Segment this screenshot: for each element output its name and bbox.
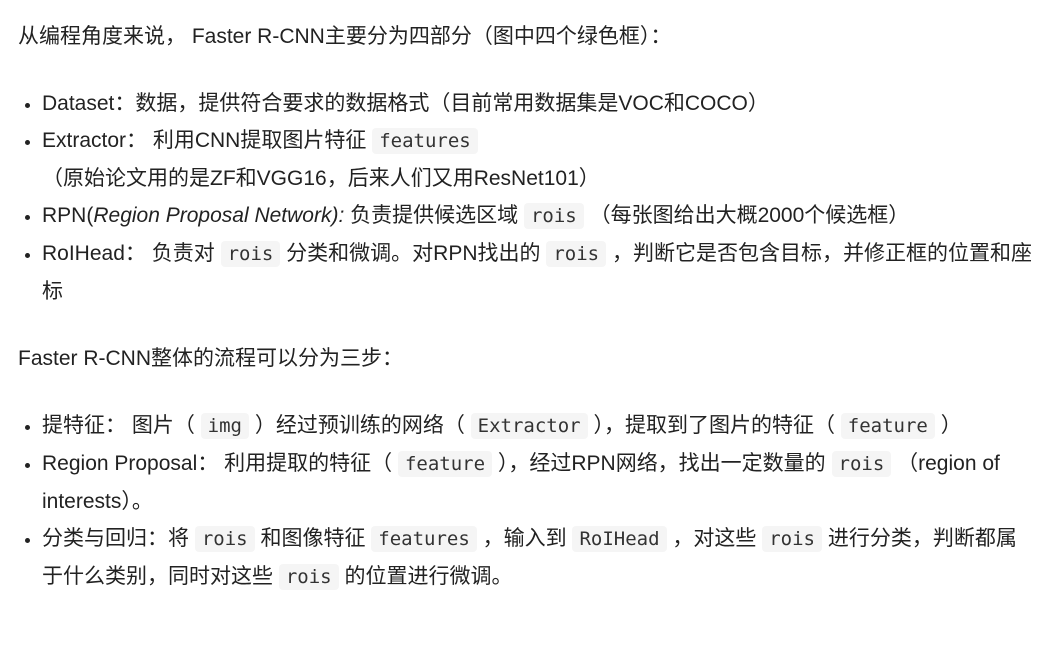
text-segment: ，输入到 <box>476 527 573 550</box>
text-segment: Extractor： 利用CNN提取图片特征 <box>42 129 373 152</box>
inline-code: rois <box>523 203 584 229</box>
list-item: RPN(Region Proposal Network): 负责提供候选区域 r… <box>42 197 1033 235</box>
document-body: 从编程角度来说， Faster R-CNN主要分为四部分（图中四个绿色框）： Da… <box>0 0 1033 596</box>
text-segment: ）经过预训练的网络（ <box>249 414 471 437</box>
bullet-list: 提特征： 图片（ img ）经过预训练的网络（ Extractor ），提取到了… <box>18 407 1033 596</box>
paragraph: 从编程角度来说， Faster R-CNN主要分为四部分（图中四个绿色框）： <box>18 18 1033 55</box>
text-segment: Faster R-CNN整体的流程可以分为三步： <box>18 347 404 370</box>
list-item: Dataset：数据，提供符合要求的数据格式（目前常用数据集是VOC和COCO） <box>42 85 1033 122</box>
text-segment: 从编程角度来说， Faster R-CNN主要分为四部分（图中四个绿色框）： <box>18 25 672 48</box>
inline-code: feature <box>397 451 493 477</box>
list-item: 提特征： 图片（ img ）经过预训练的网络（ Extractor ），提取到了… <box>42 407 1033 445</box>
text-segment: RoIHead： 负责对 <box>42 242 221 265</box>
list-item: Region Proposal： 利用提取的特征（ feature ），经过RP… <box>42 445 1033 520</box>
inline-code: rois <box>278 564 339 590</box>
text-segment: 和图像特征 <box>254 527 372 550</box>
text-segment: （原始论文用的是ZF和VGG16，后来人们又用ResNet101） <box>42 167 600 190</box>
inline-code: rois <box>831 451 892 477</box>
text-segment: 分类与回归：将 <box>42 527 195 550</box>
text-segment: ） <box>934 414 962 437</box>
text-segment: 提特征： 图片（ <box>42 414 201 437</box>
inline-code: Extractor <box>470 413 588 439</box>
text-segment: 的位置进行微调。 <box>338 565 513 588</box>
text-segment: ），提取到了图片的特征（ <box>587 414 841 437</box>
text-segment: Region Proposal： 利用提取的特征（ <box>42 452 398 475</box>
inline-code: rois <box>546 241 607 267</box>
inline-code: img <box>200 413 249 439</box>
text-segment: Dataset：数据，提供符合要求的数据格式（目前常用数据集是VOC和COCO） <box>42 92 769 115</box>
text-segment: （每张图给出大概2000个候选框） <box>583 204 910 227</box>
text-segment: ，对这些 <box>666 527 763 550</box>
inline-code: rois <box>220 241 281 267</box>
text-segment: 负责提供候选区域 <box>344 204 524 227</box>
text-segment: ），经过RPN网络，找出一定数量的 <box>492 452 832 475</box>
text-segment: RPN( <box>42 204 94 227</box>
inline-code: features <box>372 128 478 154</box>
inline-code: features <box>371 526 477 552</box>
list-item: RoIHead： 负责对 rois 分类和微调。对RPN找出的 rois ，判断… <box>42 235 1033 310</box>
list-item: 分类与回归：将 rois 和图像特征 features ，输入到 RoIHead… <box>42 520 1033 596</box>
inline-code: feature <box>840 413 935 439</box>
inline-code: rois <box>762 526 822 552</box>
paragraph: Faster R-CNN整体的流程可以分为三步： <box>18 340 1033 377</box>
text-segment: 分类和微调。对RPN找出的 <box>280 242 547 265</box>
bullet-list: Dataset：数据，提供符合要求的数据格式（目前常用数据集是VOC和COCO）… <box>18 85 1033 310</box>
inline-code: RoIHead <box>572 526 667 552</box>
inline-code: rois <box>194 526 255 552</box>
italic-text: Region Proposal Network): <box>93 204 345 227</box>
list-item: Extractor： 利用CNN提取图片特征 features （原始论文用的是… <box>42 122 1033 197</box>
